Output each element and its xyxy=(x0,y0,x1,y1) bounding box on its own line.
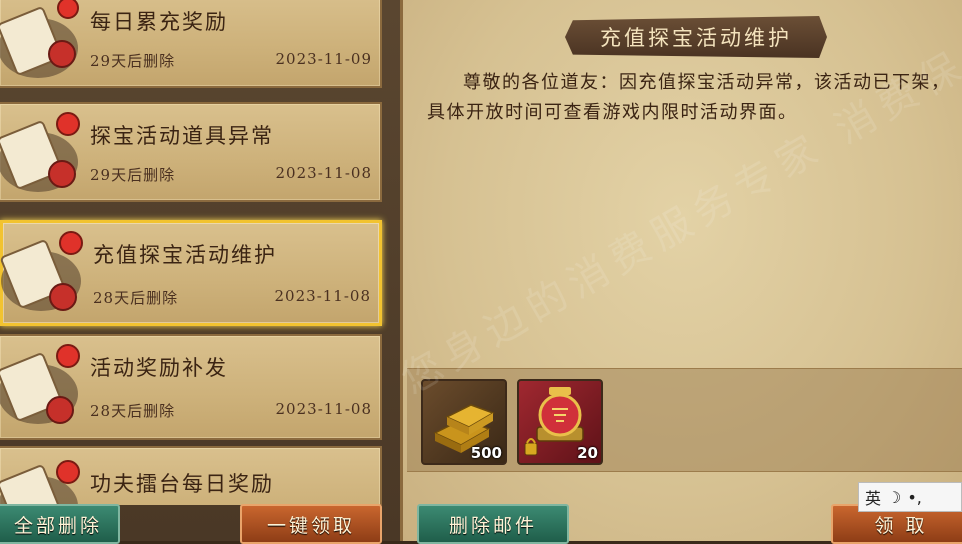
mail-detail-title-banner: 充值探宝活动维护 xyxy=(565,16,827,58)
reward-count: 20 xyxy=(577,444,598,462)
moon-icon[interactable]: ☽ xyxy=(887,488,901,507)
mail-expire: 28天后删除 xyxy=(90,402,176,420)
mail-date: 2023-11-09 xyxy=(275,50,372,68)
mail-expire: 28天后删除 xyxy=(93,289,179,307)
claim-all-button[interactable]: 一键领取 xyxy=(240,504,382,544)
mail-date: 2023-11-08 xyxy=(274,287,371,305)
mail-scroll-icon xyxy=(0,460,80,505)
mail-list[interactable]: 每日累充奖励 29天后删除 2023-11-09 探宝活动道具异常 29天后删除… xyxy=(0,0,390,505)
mail-detail-panel: 充值探宝活动维护 尊敬的各位道友：因充值探宝活动异常，该活动已下架，具体开放时间… xyxy=(400,0,962,544)
ime-language-indicator[interactable]: 英 xyxy=(865,485,881,509)
mail-title: 充值探宝活动维护 xyxy=(93,243,277,267)
ime-status-bar[interactable]: 英 ☽ •, xyxy=(858,482,962,512)
mail-scroll-icon xyxy=(0,112,80,192)
mail-title: 功夫擂台每日奖励 xyxy=(90,472,274,496)
mail-item-2-selected[interactable]: 充值探宝活动维护 28天后删除 2023-11-08 xyxy=(0,220,382,326)
delete-all-button[interactable]: 全部删除 xyxy=(0,504,120,544)
mail-title: 活动奖励补发 xyxy=(90,356,228,380)
reward-bar: 500 20 xyxy=(407,368,962,472)
mail-title: 每日累充奖励 xyxy=(90,10,228,34)
mail-expire: 29天后删除 xyxy=(90,166,176,184)
punctuation-icon[interactable]: •, xyxy=(907,488,922,507)
mail-scroll-icon xyxy=(0,231,83,311)
mail-scroll-icon xyxy=(0,0,79,78)
reward-item-scroll[interactable]: 20 xyxy=(517,379,603,465)
mail-expire: 29天后删除 xyxy=(90,52,176,70)
mail-date: 2023-11-08 xyxy=(275,400,372,418)
mail-item-3[interactable]: 活动奖励补发 28天后删除 2023-11-08 xyxy=(0,334,382,440)
mail-item-0[interactable]: 每日累充奖励 29天后删除 2023-11-09 xyxy=(0,0,382,88)
reward-count: 500 xyxy=(470,444,502,462)
mail-item-4[interactable]: 功夫擂台每日奖励 xyxy=(0,446,382,505)
mail-detail-body: 尊敬的各位道友：因充值探宝活动异常，该活动已下架，具体开放时间可查看游戏内限时活… xyxy=(427,72,951,123)
mail-list-panel: 每日累充奖励 29天后删除 2023-11-09 探宝活动道具异常 29天后删除… xyxy=(0,0,400,544)
mail-item-1[interactable]: 探宝活动道具异常 29天后删除 2023-11-08 xyxy=(0,102,382,202)
mail-date: 2023-11-08 xyxy=(275,164,372,182)
mail-scroll-icon xyxy=(0,344,80,424)
mail-detail-title: 充值探宝活动维护 xyxy=(600,26,792,50)
delete-mail-button[interactable]: 删除邮件 xyxy=(417,504,569,544)
mail-title: 探宝活动道具异常 xyxy=(90,124,274,148)
reward-item-gold[interactable]: 500 xyxy=(421,379,507,465)
